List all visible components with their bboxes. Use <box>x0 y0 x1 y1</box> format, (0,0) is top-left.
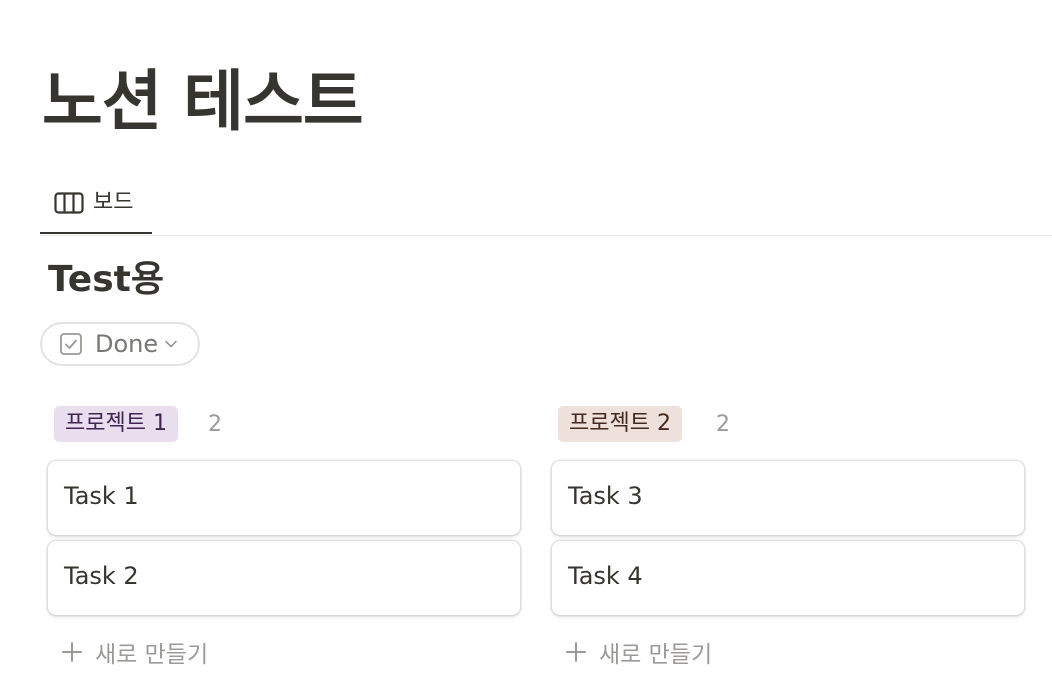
card-title: Task 4 <box>568 562 643 590</box>
board-view-icon <box>54 191 84 215</box>
new-card-label: 새로 만들기 <box>95 642 209 668</box>
filter-label: Done <box>95 330 159 358</box>
tab-label: 보드 <box>93 190 134 215</box>
new-card-button[interactable]: 새로 만들기 <box>564 636 712 668</box>
card-title: Task 1 <box>64 482 139 510</box>
card-title: Task 3 <box>568 482 643 510</box>
tab-board-view[interactable]: 보드 <box>40 174 152 234</box>
chevron-down-icon <box>164 339 178 349</box>
group-count: 2 <box>208 412 222 437</box>
board-card[interactable]: Task 2 <box>48 541 520 615</box>
board-card[interactable]: Task 1 <box>48 461 520 535</box>
group-tag[interactable]: 프로젝트 2 <box>558 406 682 442</box>
board-card[interactable]: Task 4 <box>552 541 1024 615</box>
board-card[interactable]: Task 3 <box>552 461 1024 535</box>
board-column: 프로젝트 1 2 Task 1 Task 2 새로 만들기 <box>48 404 520 668</box>
filter-chip-done[interactable]: Done <box>40 322 200 366</box>
notion-page: 노션 테스트 보드 Test용 Done 프로젝트 1 2 Task 1 Tas… <box>0 0 1052 694</box>
checkbox-icon <box>59 332 83 356</box>
group-tag[interactable]: 프로젝트 1 <box>54 406 178 442</box>
card-title: Task 2 <box>64 562 139 590</box>
new-card-label: 새로 만들기 <box>599 642 713 668</box>
page-title[interactable]: 노션 테스트 <box>42 56 364 148</box>
database-title[interactable]: Test용 <box>48 256 164 304</box>
plus-icon <box>60 640 84 664</box>
group-count: 2 <box>716 412 730 437</box>
board-column: 프로젝트 2 2 Task 3 Task 4 새로 만들기 <box>552 404 1024 668</box>
group-header: 프로젝트 1 2 <box>48 404 520 444</box>
view-tabs: 보드 <box>40 174 1052 236</box>
group-header: 프로젝트 2 2 <box>552 404 1024 444</box>
new-card-button[interactable]: 새로 만들기 <box>60 636 208 668</box>
plus-icon <box>564 640 588 664</box>
